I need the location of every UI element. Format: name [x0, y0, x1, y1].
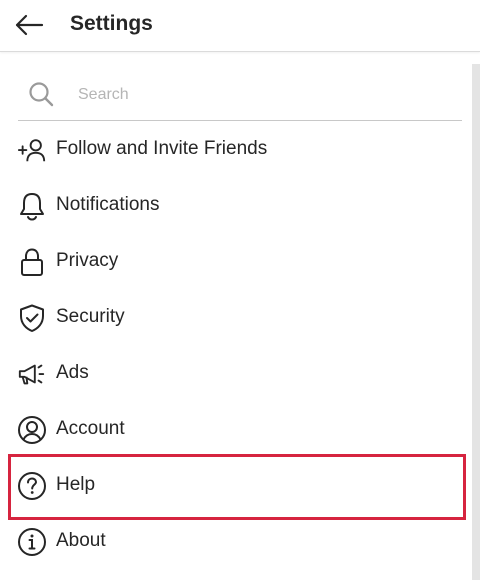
menu-item-label: Privacy [56, 250, 119, 271]
menu-item-ads[interactable]: Ads [0, 346, 470, 402]
page-title: Settings [70, 12, 153, 35]
menu-item-notifications[interactable]: Notifications [0, 178, 470, 234]
menu-item-label: Account [56, 418, 125, 439]
menu-item-label: About [56, 530, 106, 551]
search-icon [29, 82, 54, 107]
menu-item-account[interactable]: Account [0, 402, 470, 458]
menu-item-label: Ads [56, 362, 89, 383]
menu-item-about[interactable]: About [0, 514, 470, 570]
menu-item-label: Help [56, 474, 96, 495]
bell-icon [17, 191, 47, 221]
lock-icon [17, 247, 47, 277]
menu-item-help[interactable]: Help [0, 458, 470, 514]
menu-item-privacy[interactable]: Privacy [0, 234, 470, 290]
shield-check-icon [17, 303, 47, 333]
help-circle-icon [17, 471, 47, 501]
menu-item-follow-invite[interactable]: Follow and Invite Friends [0, 122, 470, 178]
add-person-icon [17, 135, 47, 165]
search-bar[interactable] [18, 72, 462, 121]
menu-item-label: Follow and Invite Friends [56, 138, 268, 159]
arrow-left-icon [15, 14, 44, 36]
back-button[interactable] [12, 8, 46, 42]
menu-item-label: Notifications [56, 194, 160, 215]
scrollbar[interactable] [472, 64, 480, 580]
menu-item-security[interactable]: Security [0, 290, 470, 346]
user-circle-icon [17, 415, 47, 445]
megaphone-icon [17, 359, 47, 389]
menu-item-label: Security [56, 306, 125, 327]
info-circle-icon [17, 527, 47, 557]
top-bar: Settings [0, 0, 480, 52]
search-input[interactable] [78, 80, 448, 110]
